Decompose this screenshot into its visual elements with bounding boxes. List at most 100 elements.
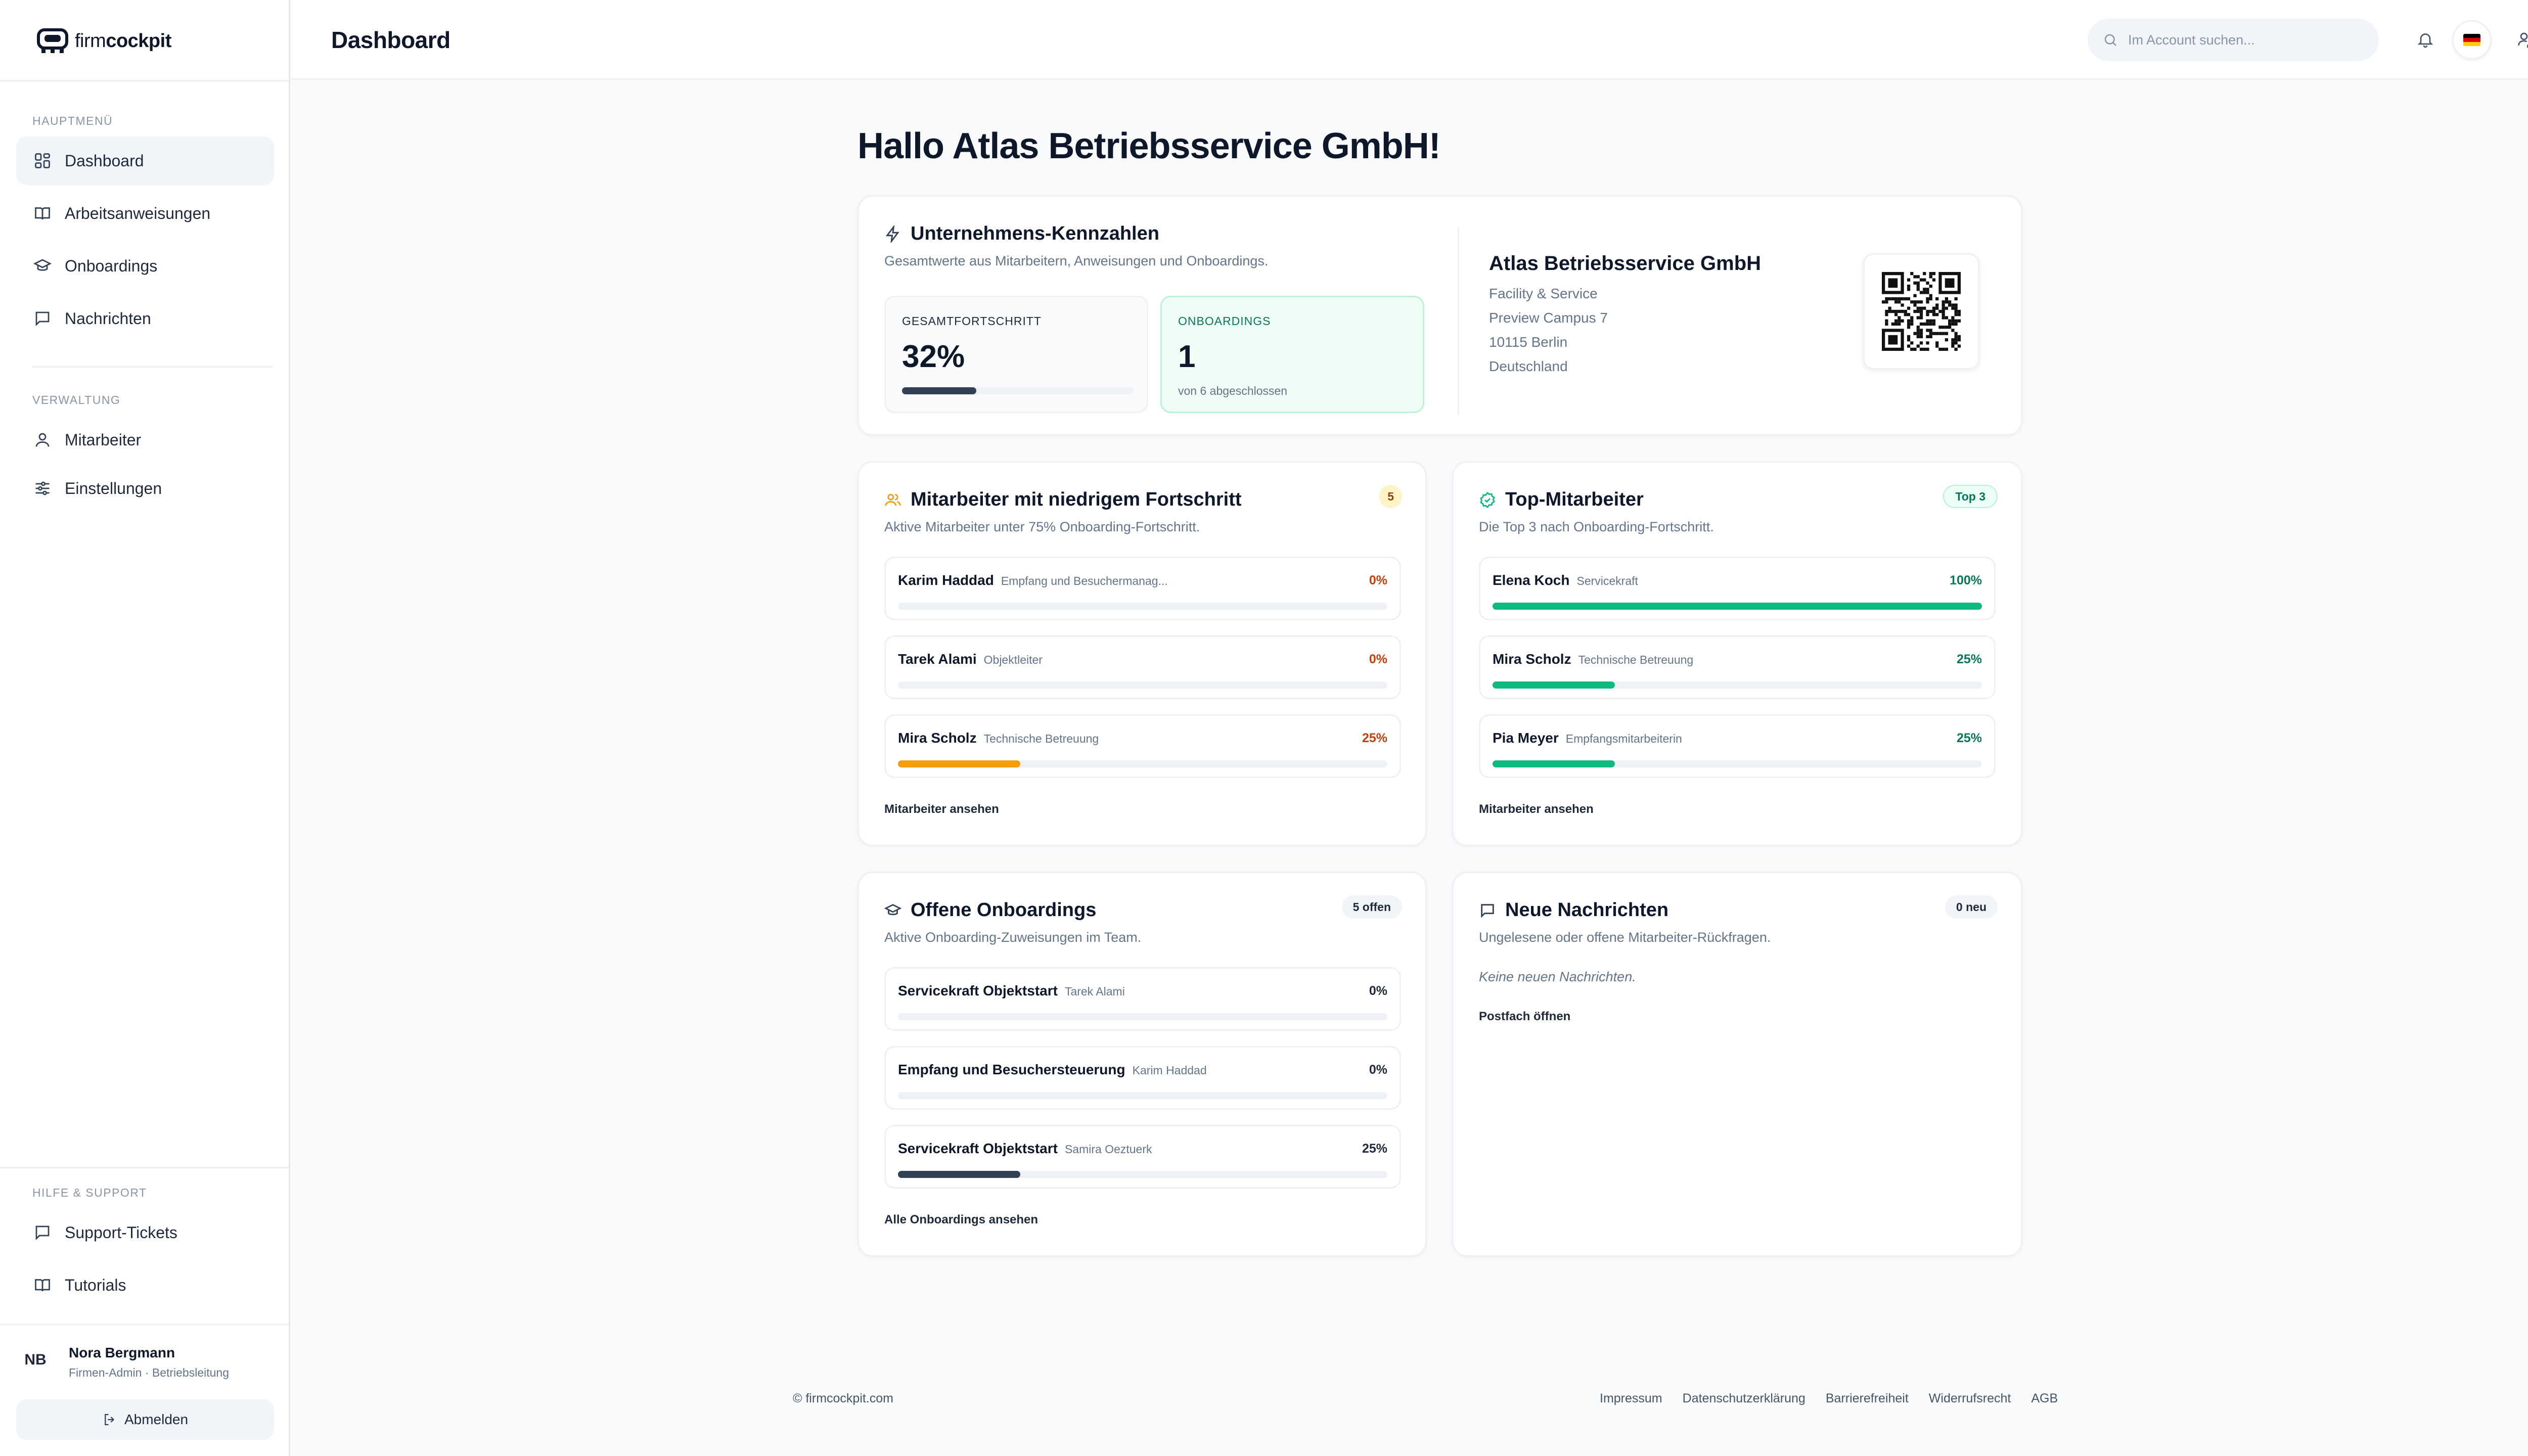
- progress-bar: [1493, 760, 1982, 767]
- row-title: Empfang und Besuchersteuerung Karim Hadda…: [898, 1062, 1207, 1077]
- progress-bar-fill: [1493, 681, 1615, 689]
- list-item[interactable]: Mira Scholz Technische Betreuung 25%: [884, 714, 1401, 778]
- progress-bar: [1493, 603, 1982, 610]
- list-item[interactable]: Tarek Alami Objektleiter 0%: [884, 635, 1401, 699]
- chat-icon: [35, 311, 50, 327]
- sidebar-item-support-tickets[interactable]: Support-Tickets: [16, 1208, 274, 1257]
- row-title: Pia Meyer Empfangsmitarbeiterin: [1493, 730, 1682, 746]
- progress-bar-fill: [1493, 760, 1615, 767]
- user-icon: [35, 433, 50, 447]
- progress-bar: [898, 1092, 1387, 1099]
- sidebar-item-label: Nachrichten: [65, 309, 151, 328]
- top-bar: Dashboard: [292, 0, 2528, 80]
- footer-link-barrierefreiheit[interactable]: Barrierefreiheit: [1826, 1391, 1909, 1406]
- avatar[interactable]: NB: [16, 1341, 55, 1379]
- qr-code-icon: [1882, 272, 1961, 351]
- section-title-admin: VERWALTUNG: [32, 393, 121, 406]
- kpi-card: Unternehmens-Kennzahlen Gesamtwerte aus …: [857, 195, 2022, 436]
- search-input[interactable]: [2128, 32, 2361, 48]
- messages-card: Neue Nachrichten 0 neu Ungelesene oder o…: [1452, 872, 2022, 1257]
- account-settings-button[interactable]: [2511, 25, 2528, 54]
- divider: [1458, 227, 1459, 415]
- row-percent: 25%: [1362, 731, 1387, 745]
- language-button[interactable]: [2452, 20, 2492, 60]
- row-meta: Karim Haddad: [1132, 1064, 1207, 1077]
- cockpit-logo-icon: [37, 28, 68, 53]
- view-employees-link[interactable]: Mitarbeiter ansehen: [1479, 802, 1594, 816]
- progress-bar: [898, 1013, 1387, 1020]
- sidebar-item-label: Einstellungen: [65, 479, 162, 497]
- list-item[interactable]: Empfang und Besuchersteuerung Karim Hadda…: [884, 1046, 1401, 1110]
- page-title: Dashboard: [331, 27, 450, 53]
- sidebar-item-einstellungen[interactable]: Einstellungen: [16, 464, 274, 513]
- users-icon: [885, 493, 901, 506]
- stat-value: 1: [1178, 339, 1196, 374]
- notifications-button[interactable]: [2411, 25, 2440, 54]
- sidebar: firmcockpit HAUPTMENÜ Dashboard Arbeitsa…: [0, 0, 290, 1456]
- sidebar-item-mitarbeiter[interactable]: Mitarbeiter: [16, 416, 274, 464]
- user-settings-icon: [2518, 32, 2528, 48]
- graduation-cap-icon: [884, 903, 901, 915]
- card-subtitle: Gesamtwerte aus Mitarbeitern, Anweisunge…: [884, 253, 1269, 268]
- user-name: Nora Bergmann: [69, 1345, 175, 1360]
- footer-link-datenschutz[interactable]: Datenschutzerklärung: [1683, 1391, 1805, 1406]
- list-item[interactable]: Mira Scholz Technische Betreuung 25%: [1479, 635, 1996, 699]
- footer-link-impressum[interactable]: Impressum: [1600, 1391, 1662, 1406]
- sidebar-item-arbeitsanweisungen[interactable]: Arbeitsanweisungen: [16, 189, 274, 238]
- section-title-help: HILFE & SUPPORT: [32, 1186, 147, 1199]
- open-inbox-link[interactable]: Postfach öffnen: [1479, 1010, 1570, 1024]
- list-item[interactable]: Servicekraft Objektstart Samira Oeztuerk 2…: [884, 1125, 1401, 1189]
- list-item[interactable]: Karim Haddad Empfang und Besuchermanag...…: [884, 557, 1401, 620]
- divider: [0, 1167, 289, 1168]
- top-staff-card: Top-Mitarbeiter Top 3 Die Top 3 nach Onb…: [1452, 461, 2022, 846]
- qr-code[interactable]: [1863, 253, 1979, 370]
- sidebar-item-dashboard[interactable]: Dashboard: [16, 136, 274, 185]
- footer-link-agb[interactable]: AGB: [2031, 1391, 2058, 1406]
- card-title: Offene Onboardings: [884, 899, 1096, 921]
- search-box[interactable]: [2088, 19, 2379, 61]
- graduation-cap-icon: [33, 259, 52, 271]
- sidebar-item-nachrichten[interactable]: Nachrichten: [16, 294, 274, 343]
- open-onboardings-card: Offene Onboardings 5 offen Aktive Onboar…: [857, 872, 1427, 1257]
- row-title: Servicekraft Objektstart Tarek Alami: [898, 983, 1125, 998]
- view-employees-link[interactable]: Mitarbeiter ansehen: [884, 802, 999, 816]
- logout-button[interactable]: Abmelden: [16, 1399, 274, 1440]
- row-meta: Technische Betreuung: [983, 732, 1099, 745]
- row-meta: Tarek Alami: [1064, 985, 1125, 998]
- german-flag-icon: [2463, 34, 2480, 46]
- list-item[interactable]: Servicekraft Objektstart Tarek Alami 0%: [884, 967, 1401, 1031]
- row-meta: Samira Oeztuerk: [1064, 1143, 1152, 1156]
- sidebar-item-label: Tutorials: [65, 1276, 126, 1294]
- brand-name: firmcockpit: [75, 30, 171, 52]
- company-line: Preview Campus 7: [1489, 310, 1608, 326]
- list-item[interactable]: Elena Koch Servicekraft 100%: [1479, 557, 1996, 620]
- company-line: Facility & Service: [1489, 286, 1598, 301]
- all-onboardings-link[interactable]: Alle Onboardings ansehen: [884, 1213, 1038, 1227]
- footer-link-widerrufsrecht[interactable]: Widerrufsrecht: [1929, 1391, 2011, 1406]
- chat-icon: [35, 1225, 50, 1241]
- chat-icon: [1481, 903, 1494, 918]
- row-meta: Empfangsmitarbeiterin: [1565, 732, 1682, 745]
- row-percent: 25%: [1362, 1142, 1387, 1156]
- card-title: Unternehmens-Kennzahlen: [884, 223, 1159, 245]
- list-item[interactable]: Pia Meyer Empfangsmitarbeiterin 25%: [1479, 714, 1996, 778]
- progress-bar: [898, 1171, 1387, 1178]
- row-title: Mira Scholz Technische Betreuung: [1493, 651, 1694, 667]
- brand-logo[interactable]: firmcockpit: [36, 26, 171, 56]
- row-percent: 25%: [1956, 731, 1982, 745]
- progress-bar: [1493, 681, 1982, 689]
- sidebar-item-label: Support-Tickets: [65, 1223, 177, 1242]
- sliders-icon: [35, 481, 50, 495]
- divider: [0, 80, 289, 81]
- new-count-badge: 0 neu: [1945, 895, 1998, 919]
- row-meta: Technische Betreuung: [1578, 653, 1694, 666]
- sidebar-item-tutorials[interactable]: Tutorials: [16, 1261, 274, 1309]
- low-progress-card: Mitarbeiter mit niedrigem Fortschritt 5 …: [857, 461, 1427, 846]
- progress-bar: [902, 387, 1134, 394]
- sidebar-item-label: Onboardings: [65, 256, 158, 275]
- book-icon: [35, 207, 50, 220]
- total-progress-stat: GESAMTFORTSCHRITT 32%: [884, 296, 1148, 413]
- card-title: Mitarbeiter mit niedrigem Fortschritt: [884, 489, 1242, 511]
- company-line: Deutschland: [1489, 358, 1568, 374]
- sidebar-item-onboardings[interactable]: Onboardings: [16, 242, 274, 290]
